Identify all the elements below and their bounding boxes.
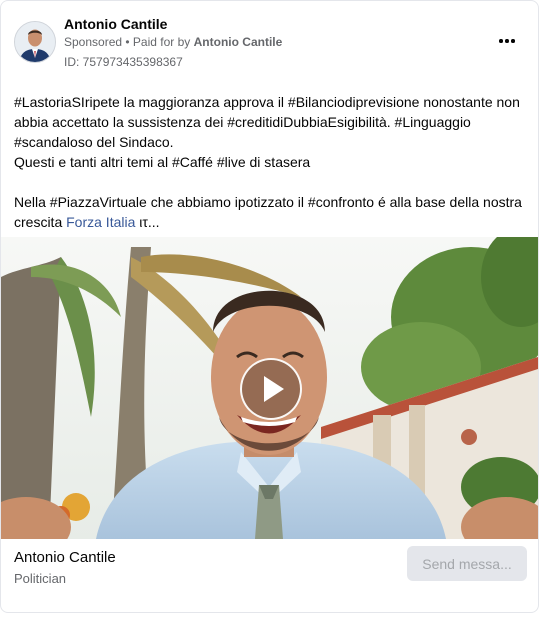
ad-card: Antonio Cantile Sponsored • Paid for by … [0,0,539,613]
footer-category: Politician [14,571,67,586]
post-text: #LastoriaSIripete la maggioranza approva… [14,92,529,232]
post-truncation: ιτ... [135,214,160,230]
more-horizontal-icon [498,39,516,43]
post-paragraph-3: Nella #PiazzaVirtuale che abbiamo ipotiz… [14,192,529,232]
paid-for-prefix: Paid for by [132,35,194,49]
send-message-button[interactable]: Send messa... [407,546,527,581]
sponsored-line: Sponsored • Paid for by Antonio Cantile [64,35,282,49]
forza-italia-link[interactable]: Forza Italia [66,214,135,230]
advertiser-name[interactable]: Antonio Cantile [64,16,167,32]
play-button[interactable] [240,358,302,420]
more-options-button[interactable] [493,29,521,53]
sponsored-label: Sponsored [64,35,123,49]
ad-id: ID: 757973435398367 [64,55,183,69]
avatar[interactable] [14,21,56,63]
play-icon [264,376,284,402]
post-paragraph-2: Questi e tanti altri temi al #Caffé #liv… [14,154,311,170]
video-media[interactable] [1,237,538,539]
paid-for-name: Antonio Cantile [193,35,283,49]
footer-page-name[interactable]: Antonio Cantile [14,549,116,566]
separator-dot: • [122,35,133,49]
post-paragraph-1: #LastoriaSIripete la maggioranza approva… [14,94,520,150]
